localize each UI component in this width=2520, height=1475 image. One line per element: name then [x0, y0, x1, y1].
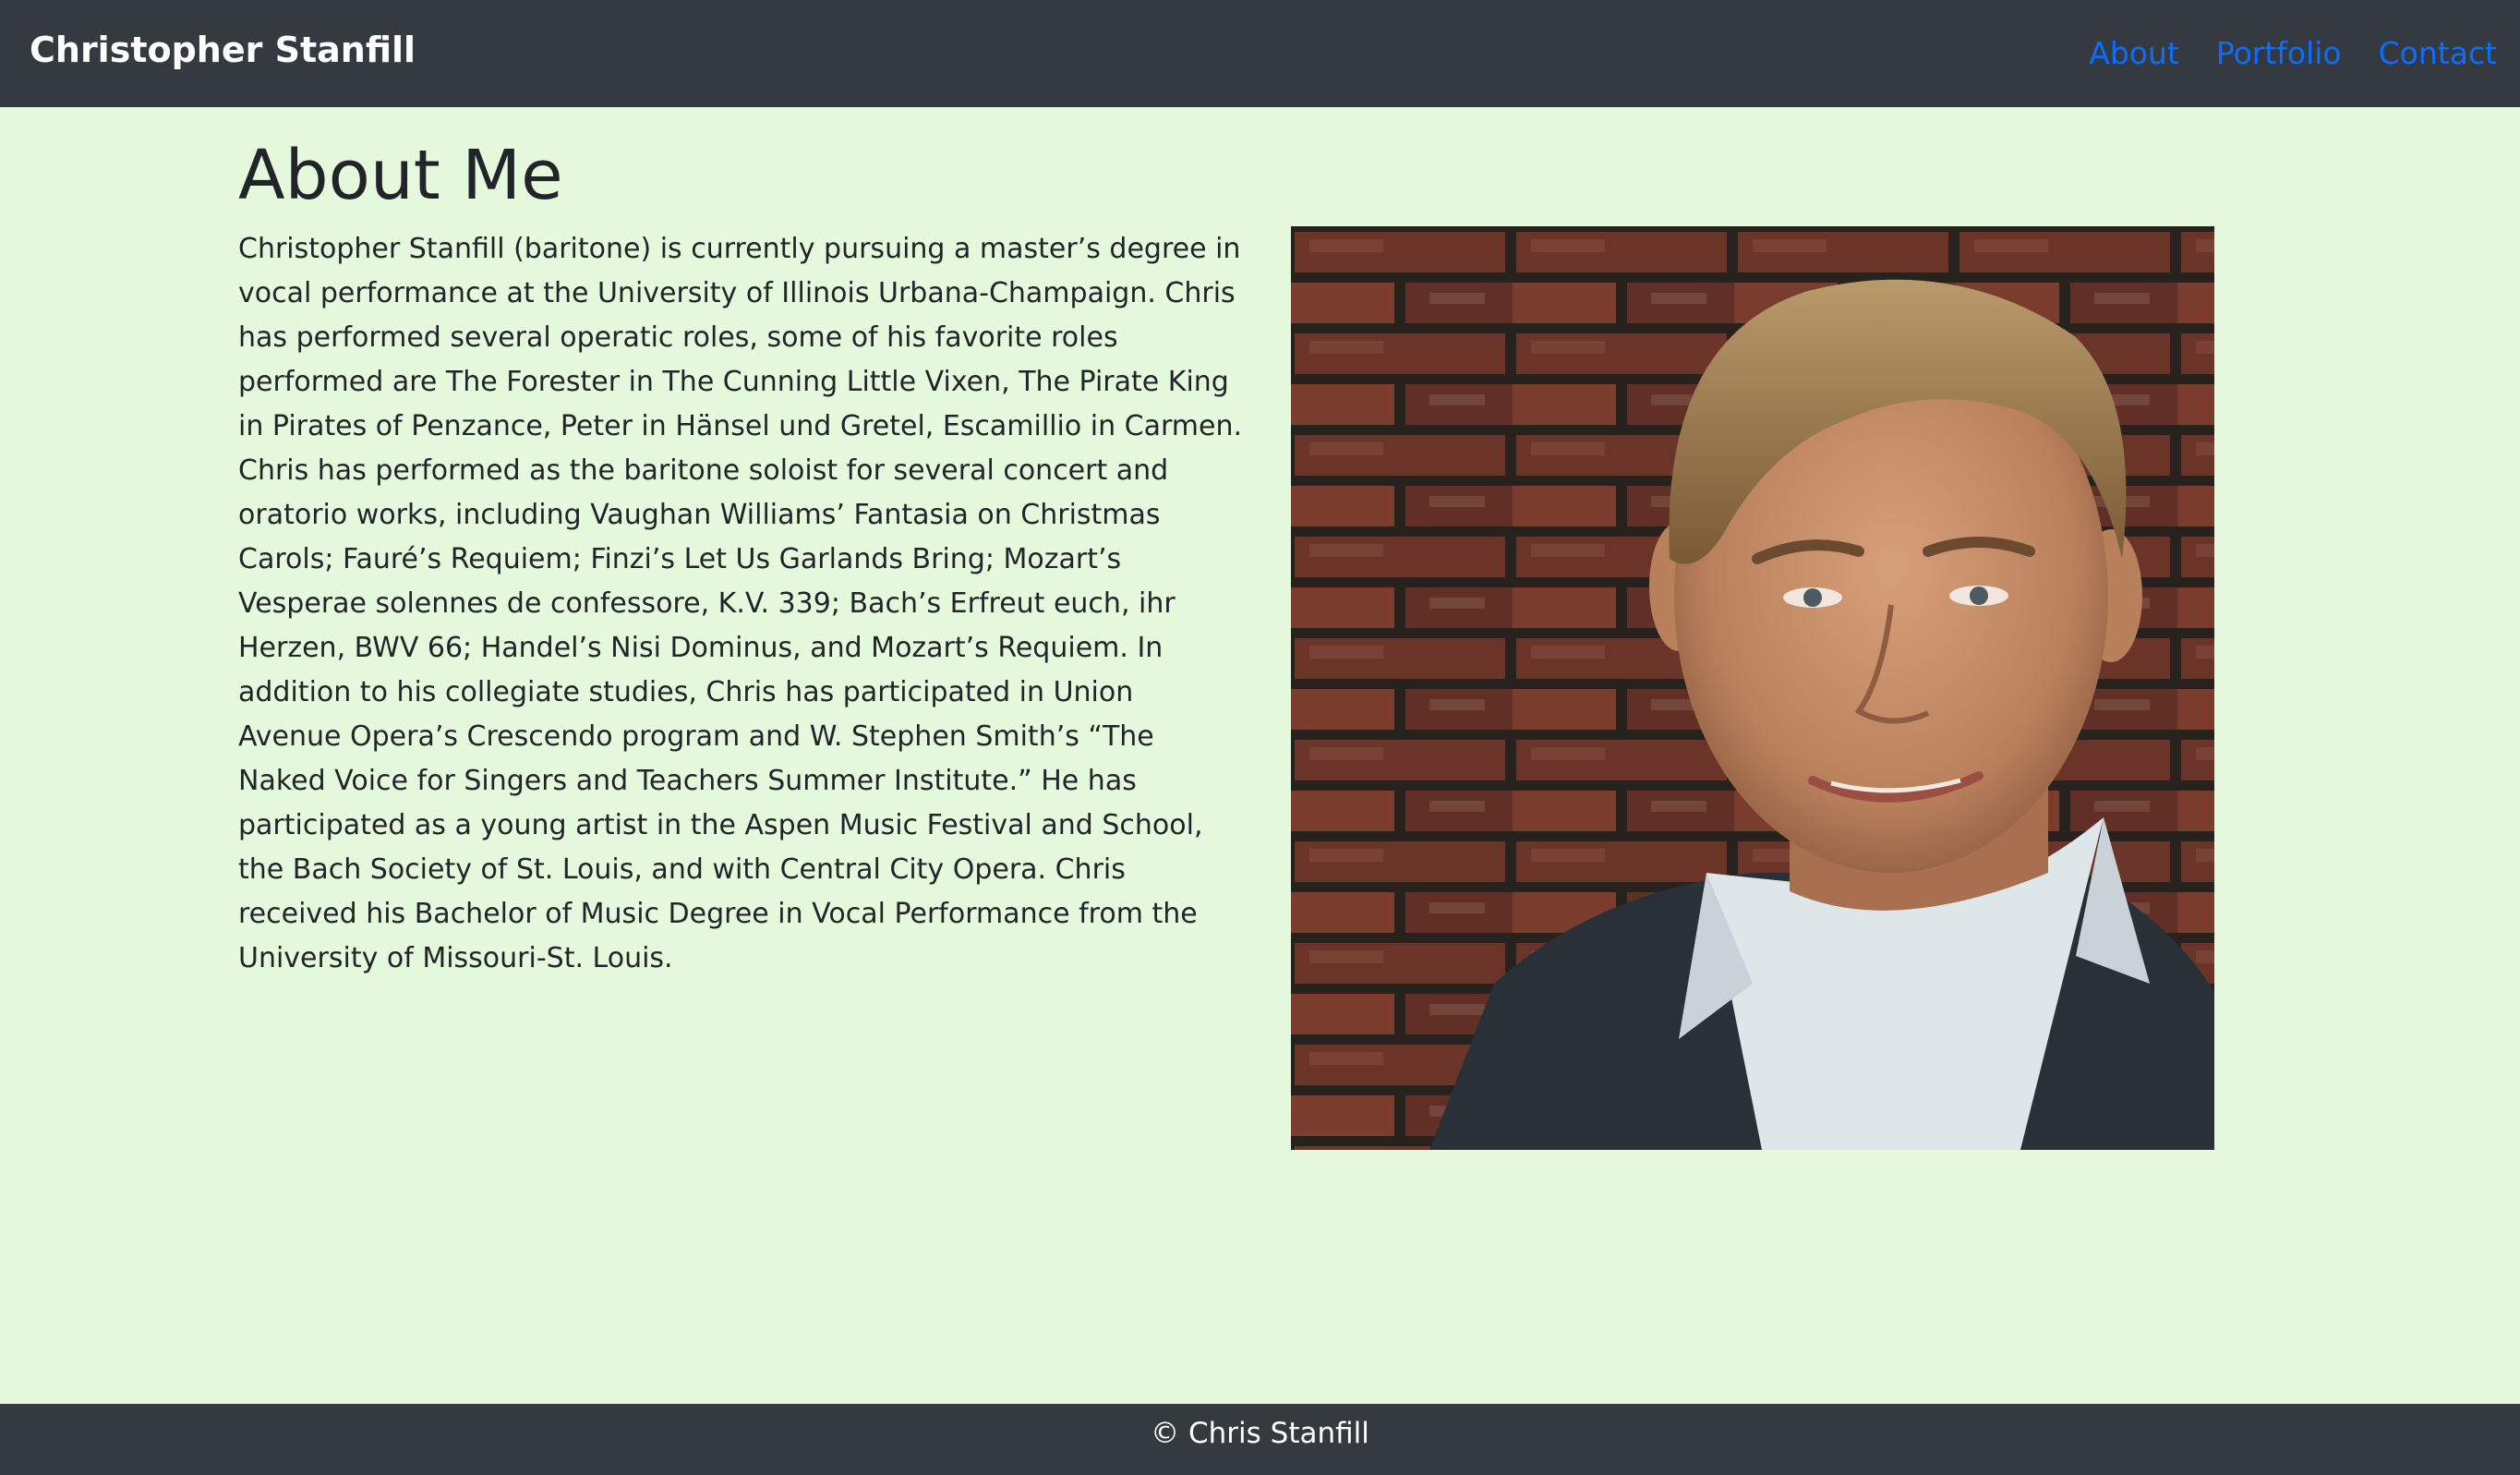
nav-link-about[interactable]: About — [2089, 32, 2179, 74]
page-title: About Me — [238, 136, 563, 215]
nav-links: About Portfolio Contact — [2089, 32, 2497, 74]
brand-name[interactable]: Christopher Stanfill — [30, 27, 416, 73]
portrait-photo — [1291, 226, 2214, 1150]
navbar: Christopher Stanfill About Portfolio Con… — [0, 0, 2520, 107]
bio-text: Christopher Stanfill (baritone) is curre… — [238, 233, 1243, 974]
nav-link-contact[interactable]: Contact — [2379, 32, 2497, 74]
nav-link-portfolio[interactable]: Portfolio — [2216, 32, 2342, 74]
footer: © Chris Stanfill — [0, 1404, 2520, 1475]
copyright-text: © Chris Stanfill — [1151, 1417, 1369, 1450]
